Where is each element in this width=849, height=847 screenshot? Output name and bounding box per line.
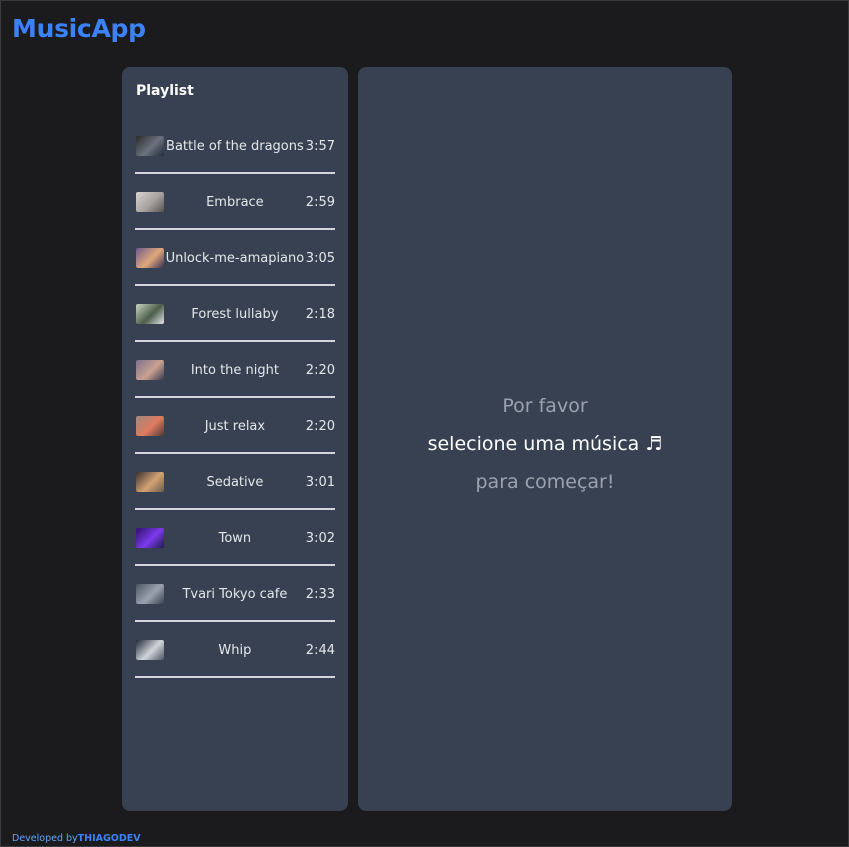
track-duration: 3:57 xyxy=(305,138,335,154)
player-panel: Por favor selecione uma música ♬ para co… xyxy=(358,67,732,811)
track-name: Battle of the dragons xyxy=(166,138,304,154)
track-name: Whip xyxy=(218,642,252,658)
track-item[interactable]: Town 3:02 xyxy=(135,512,335,566)
track-item[interactable]: Whip 2:44 xyxy=(135,624,335,678)
track-duration: 2:33 xyxy=(305,586,335,602)
track-thumbnail xyxy=(136,136,164,156)
prompt-line-to-start: para começar! xyxy=(475,471,615,493)
track-list: Battle of the dragons 3:57 Embrace 2:59 … xyxy=(135,120,335,680)
playlist-panel: Playlist Battle of the dragons 3:57 Embr… xyxy=(122,67,348,811)
track-thumbnail xyxy=(136,528,164,548)
track-duration: 2:44 xyxy=(305,642,335,658)
track-thumbnail xyxy=(136,304,164,324)
track-thumbnail xyxy=(136,248,164,268)
track-name: Forest lullaby xyxy=(191,306,279,322)
track-thumbnail xyxy=(136,360,164,380)
track-item[interactable]: Embrace 2:59 xyxy=(135,176,335,230)
track-item[interactable]: Unlock-me-amapiano 3:05 xyxy=(135,232,335,286)
track-item[interactable]: Forest lullaby 2:18 xyxy=(135,288,335,342)
track-item[interactable]: Just relax 2:20 xyxy=(135,400,335,454)
track-name: Tvari Tokyo cafe xyxy=(182,586,288,602)
app-title: MusicApp xyxy=(12,14,146,43)
footer-brand-part2: DEV xyxy=(118,833,141,844)
track-name: Into the night xyxy=(190,362,279,378)
footer-prefix: Developed by xyxy=(12,833,78,844)
track-thumbnail xyxy=(136,192,164,212)
track-name: Just relax xyxy=(204,418,266,434)
footer-brand-part1: THIAGO xyxy=(77,833,119,844)
track-duration: 2:20 xyxy=(305,418,335,434)
track-name: Embrace xyxy=(206,194,264,210)
track-item[interactable]: Tvari Tokyo cafe 2:33 xyxy=(135,568,335,622)
playlist-title: Playlist xyxy=(136,83,194,99)
track-name: Unlock-me-amapiano xyxy=(165,250,305,266)
track-name: Town xyxy=(218,530,252,546)
footer-credit: Developed byTHIAGODEV xyxy=(12,833,141,844)
track-item[interactable]: Sedative 3:01 xyxy=(135,456,335,510)
track-duration: 2:18 xyxy=(305,306,335,322)
track-duration: 2:20 xyxy=(305,362,335,378)
track-thumbnail xyxy=(136,640,164,660)
track-item[interactable]: Battle of the dragons 3:57 xyxy=(135,120,335,174)
prompt-line-select-song: selecione uma música ♬ xyxy=(427,433,663,455)
track-duration: 3:02 xyxy=(305,530,335,546)
track-thumbnail xyxy=(136,584,164,604)
footer-brand-link[interactable]: THIAGODEV xyxy=(78,833,141,844)
track-duration: 3:05 xyxy=(305,250,335,266)
track-duration: 2:59 xyxy=(305,194,335,210)
empty-state-prompt: Por favor selecione uma música ♬ para co… xyxy=(358,387,732,501)
prompt-line-please: Por favor xyxy=(502,395,588,417)
track-duration: 3:01 xyxy=(305,474,335,490)
track-name: Sedative xyxy=(206,474,264,490)
track-item[interactable]: Into the night 2:20 xyxy=(135,344,335,398)
track-thumbnail xyxy=(136,416,164,436)
track-thumbnail xyxy=(136,472,164,492)
